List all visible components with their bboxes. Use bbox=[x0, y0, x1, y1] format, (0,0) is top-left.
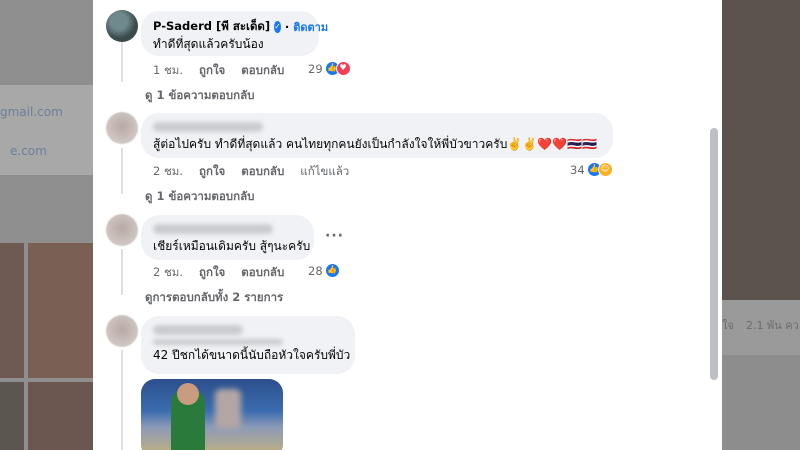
reply-button[interactable]: ตอบกลับ bbox=[241, 163, 284, 181]
view-replies-link[interactable]: ดู 1 ข้อความตอบกลับ bbox=[145, 87, 254, 105]
reaction-count: 28 bbox=[308, 263, 323, 278]
background-card bbox=[0, 85, 93, 175]
like-button[interactable]: ถูกใจ bbox=[199, 163, 225, 181]
background-photo bbox=[0, 382, 24, 450]
thread-line bbox=[121, 148, 123, 194]
thread-line bbox=[121, 42, 123, 82]
view-replies-link[interactable]: ดู 1 ข้อความตอบกลับ bbox=[145, 188, 254, 206]
thread-line bbox=[121, 350, 123, 450]
love-reaction-icon: ♥ bbox=[335, 61, 351, 76]
comment-text: สู้ต่อไปครับ ทำดีที่สุดแล้ว คนไทยทุกคนยั… bbox=[153, 137, 597, 151]
comment-actions: 1 ชม. ถูกใจ ตอบกลับ bbox=[153, 62, 284, 80]
reply-button[interactable]: ตอบกลับ bbox=[241, 62, 284, 80]
reaction-summary[interactable]: 34 👍 ☺ bbox=[570, 162, 613, 177]
comment-author-blurred bbox=[153, 325, 243, 335]
avatar[interactable] bbox=[106, 214, 138, 246]
like-reaction-icon: 👍 bbox=[324, 263, 340, 278]
author-name[interactable]: P-Saderd [พี สะเด็ด] bbox=[153, 18, 270, 36]
comment-text: ทำดีที่สุดแล้วครับน้อง bbox=[153, 37, 264, 51]
comment-bubble: P-Saderd [พี สะเด็ด] ✓ · ติดตาม ทำดีที่ส… bbox=[141, 11, 329, 56]
comment-time[interactable]: 2 ชม. bbox=[153, 163, 183, 181]
comment-tag-blurred bbox=[153, 339, 283, 345]
like-button[interactable]: ถูกใจ bbox=[199, 264, 225, 282]
comment-photo[interactable] bbox=[141, 379, 283, 450]
background-reaction-text: ใจ bbox=[722, 319, 734, 332]
background-photo bbox=[0, 243, 24, 378]
comment-author: P-Saderd [พี สะเด็ด] ✓ · ติดตาม bbox=[153, 18, 329, 36]
care-reaction-icon: ☺ bbox=[597, 162, 613, 177]
photo-head bbox=[177, 383, 199, 405]
scrollbar-thumb[interactable] bbox=[710, 128, 718, 380]
comment-text: 42 ปีชกได้ขนาดนี้นับถือหัวใจครับพี่บัว bbox=[153, 348, 351, 362]
comment-text: เชียร์เหมือนเดิมครับ สู้ๆนะครับ bbox=[153, 239, 311, 253]
comment-author-blurred bbox=[153, 224, 273, 234]
comment-bubble: สู้ต่อไปครับ ทำดีที่สุดแล้ว คนไทยทุกคนยั… bbox=[141, 113, 613, 158]
comment-actions: 2 ชม. ถูกใจ ตอบกลับ bbox=[153, 264, 284, 282]
comment-time[interactable]: 2 ชม. bbox=[153, 264, 183, 282]
background-email-text: gmail.com bbox=[0, 105, 63, 119]
background-page-left: gmail.com e.com bbox=[0, 0, 93, 450]
comment-actions: 2 ชม. ถูกใจ ตอบกลับ แก้ไขแล้ว bbox=[153, 163, 349, 181]
reaction-summary[interactable]: 28 👍 bbox=[308, 263, 340, 278]
edited-label: แก้ไขแล้ว bbox=[300, 164, 350, 178]
avatar[interactable] bbox=[106, 10, 138, 42]
background-photo bbox=[722, 0, 800, 300]
avatar[interactable] bbox=[106, 112, 138, 144]
view-replies-link[interactable]: ดูการตอบกลับทั้ง 2 รายการ bbox=[145, 289, 283, 307]
reaction-count: 34 bbox=[570, 162, 585, 177]
comment-time[interactable]: 1 ชม. bbox=[153, 62, 183, 80]
verified-badge-icon: ✓ bbox=[274, 21, 281, 33]
thread-line bbox=[121, 249, 123, 295]
more-options-icon[interactable]: ··· bbox=[325, 228, 344, 244]
comment-author-blurred bbox=[153, 122, 263, 132]
like-button[interactable]: ถูกใจ bbox=[199, 62, 225, 80]
avatar[interactable] bbox=[106, 315, 138, 347]
background-page-right: ใจ 2.1 พัน คว bbox=[722, 0, 800, 450]
reply-button[interactable]: ตอบกลับ bbox=[241, 264, 284, 282]
background-count-text: 2.1 พัน คว bbox=[746, 319, 799, 332]
reaction-summary[interactable]: 29 👍 ♥ bbox=[308, 61, 351, 76]
background-photo bbox=[28, 243, 93, 378]
background-link-text: e.com bbox=[10, 144, 47, 158]
reaction-count: 29 bbox=[308, 61, 323, 76]
photo-blurred-region bbox=[215, 389, 241, 429]
comment-bubble: 42 ปีชกได้ขนาดนี้นับถือหัวใจครับพี่บัว bbox=[141, 316, 355, 374]
background-photo bbox=[28, 382, 93, 450]
follow-button[interactable]: ติดตาม bbox=[293, 18, 328, 36]
comment-bubble: เชียร์เหมือนเดิมครับ สู้ๆนะครับ bbox=[141, 215, 314, 260]
